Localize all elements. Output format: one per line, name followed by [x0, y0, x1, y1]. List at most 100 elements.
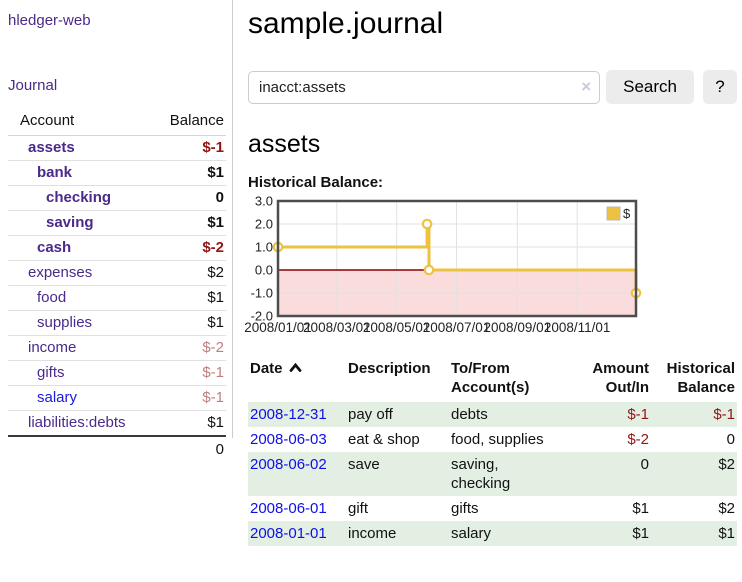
- svg-text:2008/07/01: 2008/07/01: [423, 320, 491, 335]
- transaction-amount: 0: [579, 452, 651, 496]
- account-row: checking 0: [8, 186, 226, 211]
- register-header-row: DateDescriptionTo/FromAccount(s)AmountOu…: [248, 357, 737, 402]
- account-link-supplies[interactable]: supplies: [37, 314, 92, 331]
- account-balance: $1: [155, 411, 226, 437]
- account-link-bank[interactable]: bank: [37, 164, 72, 181]
- clear-search-icon[interactable]: ×: [581, 76, 591, 98]
- account-row: salary $-1: [8, 386, 226, 411]
- transaction-amount: $1: [579, 496, 651, 521]
- register-header-amount-out-in: AmountOut/In: [579, 357, 651, 402]
- account-balance: $-1: [155, 361, 226, 386]
- svg-text:3.0: 3.0: [255, 194, 273, 209]
- account-link-gifts[interactable]: gifts: [37, 364, 65, 381]
- svg-text:2008/01/01: 2008/01/01: [244, 320, 312, 335]
- register-row: 2008-01-01incomesalary$1$1: [248, 521, 737, 546]
- account-row: saving $1: [8, 211, 226, 236]
- accounts-header-row: Account Balance: [8, 108, 226, 136]
- svg-text:2008/11/01: 2008/11/01: [544, 320, 611, 335]
- account-row: supplies $1: [8, 311, 226, 336]
- svg-text:2.0: 2.0: [255, 217, 273, 232]
- transaction-date-link[interactable]: 2008-01-01: [250, 525, 327, 542]
- account-link-food[interactable]: food: [37, 289, 66, 306]
- help-button[interactable]: ?: [703, 70, 737, 104]
- transaction-balance: $1: [651, 521, 737, 546]
- transaction-balance: $2: [651, 452, 737, 496]
- chart-label: Historical Balance:: [248, 174, 737, 191]
- transaction-accounts: gifts: [449, 496, 579, 521]
- account-balance: $-1: [155, 386, 226, 411]
- historical-balance-chart: 3.02.01.00.0-1.0-2.02008/01/012008/03/01…: [248, 197, 688, 339]
- account-row: income $-2: [8, 336, 226, 361]
- account-balance: $1: [155, 161, 226, 186]
- accounts-total-value: 0: [155, 436, 226, 463]
- account-balance: $-1: [155, 136, 226, 161]
- account-link-assets[interactable]: assets: [28, 139, 75, 156]
- svg-text:2008/05/01: 2008/05/01: [363, 320, 431, 335]
- svg-text:-1.0: -1.0: [251, 286, 273, 301]
- account-row: expenses$2: [8, 261, 226, 286]
- transaction-date-link[interactable]: 2008-12-31: [250, 406, 327, 423]
- transaction-date-link[interactable]: 2008-06-02: [250, 456, 327, 473]
- register-row: 2008-12-31pay offdebts$-1$-1: [248, 402, 737, 427]
- transaction-date-link[interactable]: 2008-06-01: [250, 500, 327, 517]
- account-row: food $1: [8, 286, 226, 311]
- account-link-cash[interactable]: cash: [37, 239, 71, 256]
- account-balance: $-2: [155, 336, 226, 361]
- search-bar: × Search ?: [248, 70, 737, 104]
- svg-text:1.0: 1.0: [255, 240, 273, 255]
- sidebar: hledger-web Journal Account Balance asse…: [0, 0, 233, 438]
- accounts-header-balance: Balance: [155, 108, 226, 136]
- legend-swatch: [607, 207, 620, 220]
- account-balance: 0: [155, 186, 226, 211]
- search-button[interactable]: Search: [606, 70, 694, 104]
- transaction-balance: $-1: [651, 402, 737, 427]
- transaction-accounts: saving, checking: [449, 452, 579, 496]
- svg-text:0.0: 0.0: [255, 263, 273, 278]
- register-header-date[interactable]: Date: [248, 357, 346, 402]
- data-point-marker: [423, 220, 431, 228]
- transaction-balance: 0: [651, 427, 737, 452]
- account-balance: $-2: [155, 236, 226, 261]
- account-row: liabilities:debts $1: [8, 411, 226, 437]
- transaction-description: gift: [346, 496, 449, 521]
- search-input-wrap: ×: [248, 71, 600, 104]
- search-input[interactable]: [248, 71, 600, 104]
- transaction-accounts: salary: [449, 521, 579, 546]
- account-link-checking[interactable]: checking: [46, 189, 111, 206]
- transaction-description: income: [346, 521, 449, 546]
- transaction-date-link[interactable]: 2008-06-03: [250, 431, 327, 448]
- account-row: gifts $-1: [8, 361, 226, 386]
- account-link-salary[interactable]: salary: [37, 389, 77, 406]
- register-row: 2008-06-02 savesaving, checking0$2: [248, 452, 737, 496]
- account-balance: $1: [155, 286, 226, 311]
- account-link-expenses[interactable]: expenses: [28, 264, 92, 281]
- account-link-income[interactable]: income: [28, 339, 76, 356]
- account-balance: $1: [155, 311, 226, 336]
- account-row: cash $-2: [8, 236, 226, 261]
- accounts-table: Account Balance assets $-1 bank $1 checking 0…: [8, 108, 226, 463]
- account-balance: $1: [155, 211, 226, 236]
- account-link-liabilities-debts[interactable]: liabilities:debts: [28, 414, 126, 431]
- account-link-saving[interactable]: saving: [46, 214, 94, 231]
- accounts-header-account: Account: [8, 108, 155, 136]
- svg-text:2008/03/01: 2008/03/01: [303, 320, 371, 335]
- page-title: sample.journal: [248, 6, 737, 42]
- sidebar-item-journal[interactable]: Journal: [8, 77, 226, 94]
- transaction-amount: $1: [579, 521, 651, 546]
- register-header-historical-balance: HistoricalBalance: [651, 357, 737, 402]
- register-header-description: Description: [346, 357, 449, 402]
- accounts-total-row: 0: [8, 436, 226, 463]
- transaction-amount: $-2: [579, 427, 651, 452]
- register-header-to-from-accounts: To/FromAccount(s): [449, 357, 579, 402]
- register-row: 2008-06-01 giftgifts$1$2: [248, 496, 737, 521]
- transaction-description: eat & shop: [346, 427, 449, 452]
- transaction-accounts: food, supplies: [449, 427, 579, 452]
- svg-text:2008/09/01: 2008/09/01: [484, 320, 552, 335]
- register-table: DateDescriptionTo/FromAccount(s)AmountOu…: [248, 357, 737, 546]
- app-brand-link[interactable]: hledger-web: [8, 12, 226, 29]
- legend-label: $: [623, 206, 631, 221]
- data-point-marker: [425, 266, 433, 274]
- transaction-description: save: [346, 452, 449, 496]
- account-row: assets $-1: [8, 136, 226, 161]
- transaction-balance: $2: [651, 496, 737, 521]
